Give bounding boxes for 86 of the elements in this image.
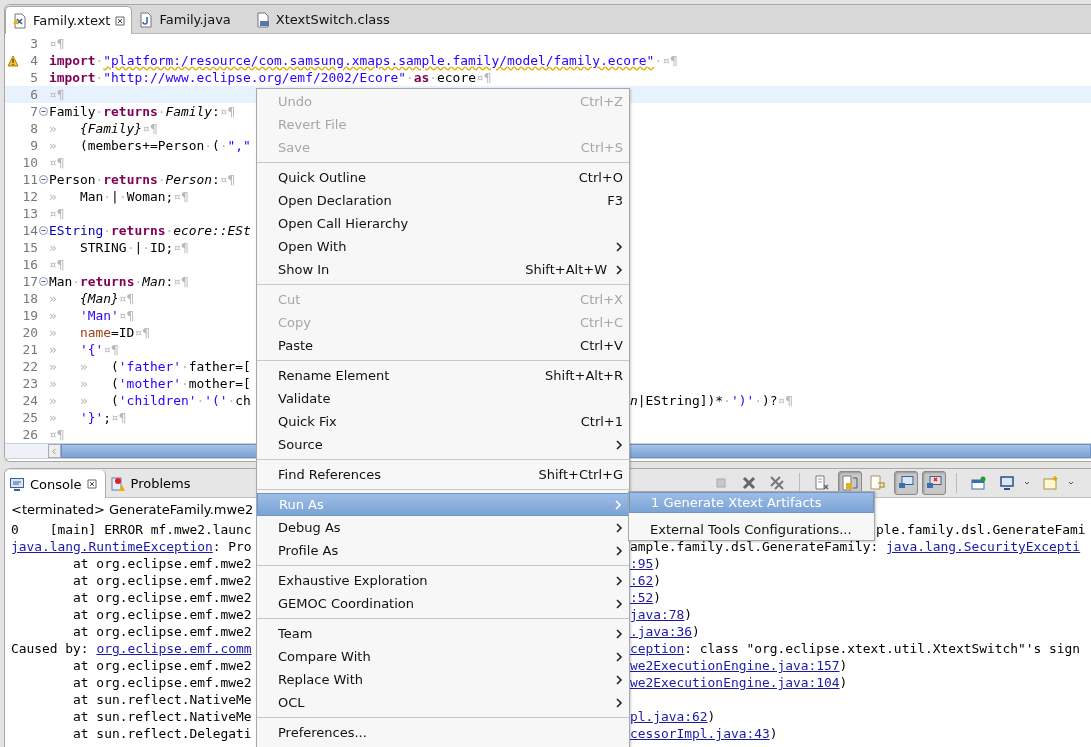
code-text: » {Family}¤¶ bbox=[49, 120, 158, 137]
console-line: ample.family.dsl.GenerateFamily: java.lang.SecurityExcepti bbox=[630, 538, 1081, 555]
line-number: 21 bbox=[21, 341, 38, 358]
code-text: » » ('father'·father=[ bbox=[49, 358, 251, 375]
code-text: » Man·|·Woman;¤¶ bbox=[49, 188, 189, 205]
code-text: Person·returns·Person:¤¶ bbox=[49, 171, 236, 188]
code-text: Man·returns·Man:¤¶ bbox=[49, 273, 189, 290]
code-text: ¤¶ bbox=[49, 35, 65, 52]
code-text: ¤¶ bbox=[49, 256, 65, 273]
code-text: EString·returns·ecore::ESt bbox=[49, 222, 251, 239]
line-number: 6 bbox=[29, 86, 38, 103]
console-header: <terminated> GenerateFamily.mwe2 bbox=[11, 501, 255, 519]
line-number: 14 bbox=[21, 222, 38, 239]
code-text: » '}';¤¶ bbox=[49, 409, 127, 426]
console-line: we2ExecutionEngine.java:104) bbox=[630, 674, 848, 691]
code-text: Family·returns·Family:¤¶ bbox=[49, 103, 236, 120]
shortcut: Shift+Alt+R bbox=[545, 368, 623, 383]
console-line: pl.java:62) bbox=[630, 708, 716, 725]
code-text: ¤¶ bbox=[49, 205, 65, 222]
console-line: Caused by: org.eclipse.emf.comm bbox=[11, 640, 252, 657]
line-number: 22 bbox=[21, 358, 38, 375]
code-text: » » ('children'·'('·ch bbox=[49, 392, 252, 409]
shortcut: Ctrl+O bbox=[578, 170, 623, 185]
code-text: import·"http://www.eclipse.org/emf/2002/Ecore"·as·ecore¤¶ bbox=[49, 69, 492, 86]
line-number: 19 bbox=[21, 307, 38, 324]
console-line: at sun.reflect.NativeMe bbox=[72, 708, 252, 725]
console-line: cessorImpl.java:43) bbox=[630, 725, 778, 742]
line-number: 17 bbox=[21, 273, 38, 290]
console-line: :52) bbox=[630, 589, 662, 606]
code-text: » {Man}¤¶ bbox=[49, 290, 135, 307]
code-text: n|EString])*·')'·)?¤¶ bbox=[630, 392, 795, 409]
console-line: java.lang.RuntimeException: Pro bbox=[11, 538, 252, 555]
line-number: 4 bbox=[29, 52, 38, 69]
console-line: at org.eclipse.emf.mwe2 bbox=[72, 674, 252, 691]
console-line: :95) bbox=[630, 555, 662, 572]
shortcut: Ctrl+S bbox=[580, 140, 623, 155]
console-line: :62) bbox=[630, 572, 662, 589]
code-text: » name=ID¤¶ bbox=[49, 324, 150, 341]
console-line: at org.eclipse.emf.mwe2 bbox=[72, 555, 252, 572]
line-number: 26 bbox=[21, 426, 38, 443]
line-number: 11 bbox=[21, 171, 38, 188]
line-number: 3 bbox=[29, 35, 38, 52]
code-text: ¤¶ bbox=[49, 426, 65, 443]
shortcut: Ctrl+X bbox=[580, 292, 623, 307]
line-number: 8 bbox=[29, 120, 38, 137]
code-text: » (members+=Person·(·"," bbox=[49, 137, 251, 154]
line-number: 5 bbox=[29, 69, 38, 86]
console-line: at org.eclipse.emf.mwe2 bbox=[72, 589, 252, 606]
code-text: » STRING·|·ID;¤¶ bbox=[49, 239, 189, 256]
line-number: 20 bbox=[21, 324, 38, 341]
line-number: 10 bbox=[21, 154, 38, 171]
console-line: at org.eclipse.emf.mwe2 bbox=[72, 657, 252, 674]
shortcut: Ctrl+Z bbox=[580, 94, 623, 109]
code-text: » 'Man'¤¶ bbox=[49, 307, 135, 324]
console-line: .java:36) bbox=[630, 623, 700, 640]
console-line: java:78) bbox=[630, 606, 693, 623]
line-number: 12 bbox=[21, 188, 38, 205]
console-line: at sun.reflect.NativeMe bbox=[72, 691, 252, 708]
shortcut: Shift+Alt+W bbox=[525, 262, 607, 277]
shortcut: Ctrl+1 bbox=[580, 414, 623, 429]
console-line: ception: class "org.eclipse.xtext.util.XtextSwitch"'s sign bbox=[630, 640, 1081, 657]
code-text: ¤¶ bbox=[49, 86, 65, 103]
console-line: ple.family.dsl.GenerateFami bbox=[876, 521, 1086, 538]
shortcut: Shift+Ctrl+G bbox=[538, 467, 623, 482]
code-text: » '{'¤¶ bbox=[49, 341, 119, 358]
line-number: 25 bbox=[21, 409, 38, 426]
shortcut: Ctrl+V bbox=[580, 338, 623, 353]
console-line: we2ExecutionEngine.java:157) bbox=[630, 657, 848, 674]
line-number: 7 bbox=[29, 103, 38, 120]
console-line: at org.eclipse.emf.mwe2 bbox=[72, 572, 252, 589]
code-text: ¤¶ bbox=[49, 154, 65, 171]
console-line: at org.eclipse.emf.mwe2 bbox=[72, 623, 252, 640]
console-line: 0 [main] ERROR mf.mwe2.launc bbox=[11, 521, 252, 538]
shortcut: Ctrl+C bbox=[579, 315, 623, 330]
console-line: at org.eclipse.emf.mwe2 bbox=[72, 606, 252, 623]
line-number: 24 bbox=[21, 392, 38, 409]
line-number: 23 bbox=[21, 375, 38, 392]
line-number: 18 bbox=[21, 290, 38, 307]
line-number: 13 bbox=[21, 205, 38, 222]
shortcut: F3 bbox=[607, 193, 623, 208]
code-text: » » ('mother'·mother=[ bbox=[49, 375, 251, 392]
code-text: import·"platform:/resource/com.samsung.xmaps.sample.family/model/family.ecore"·¤¶ bbox=[49, 52, 678, 69]
line-number: 15 bbox=[21, 239, 38, 256]
console-line: at sun.reflect.Delegati bbox=[72, 725, 252, 742]
line-number: 16 bbox=[21, 256, 38, 273]
line-number: 9 bbox=[29, 137, 38, 154]
